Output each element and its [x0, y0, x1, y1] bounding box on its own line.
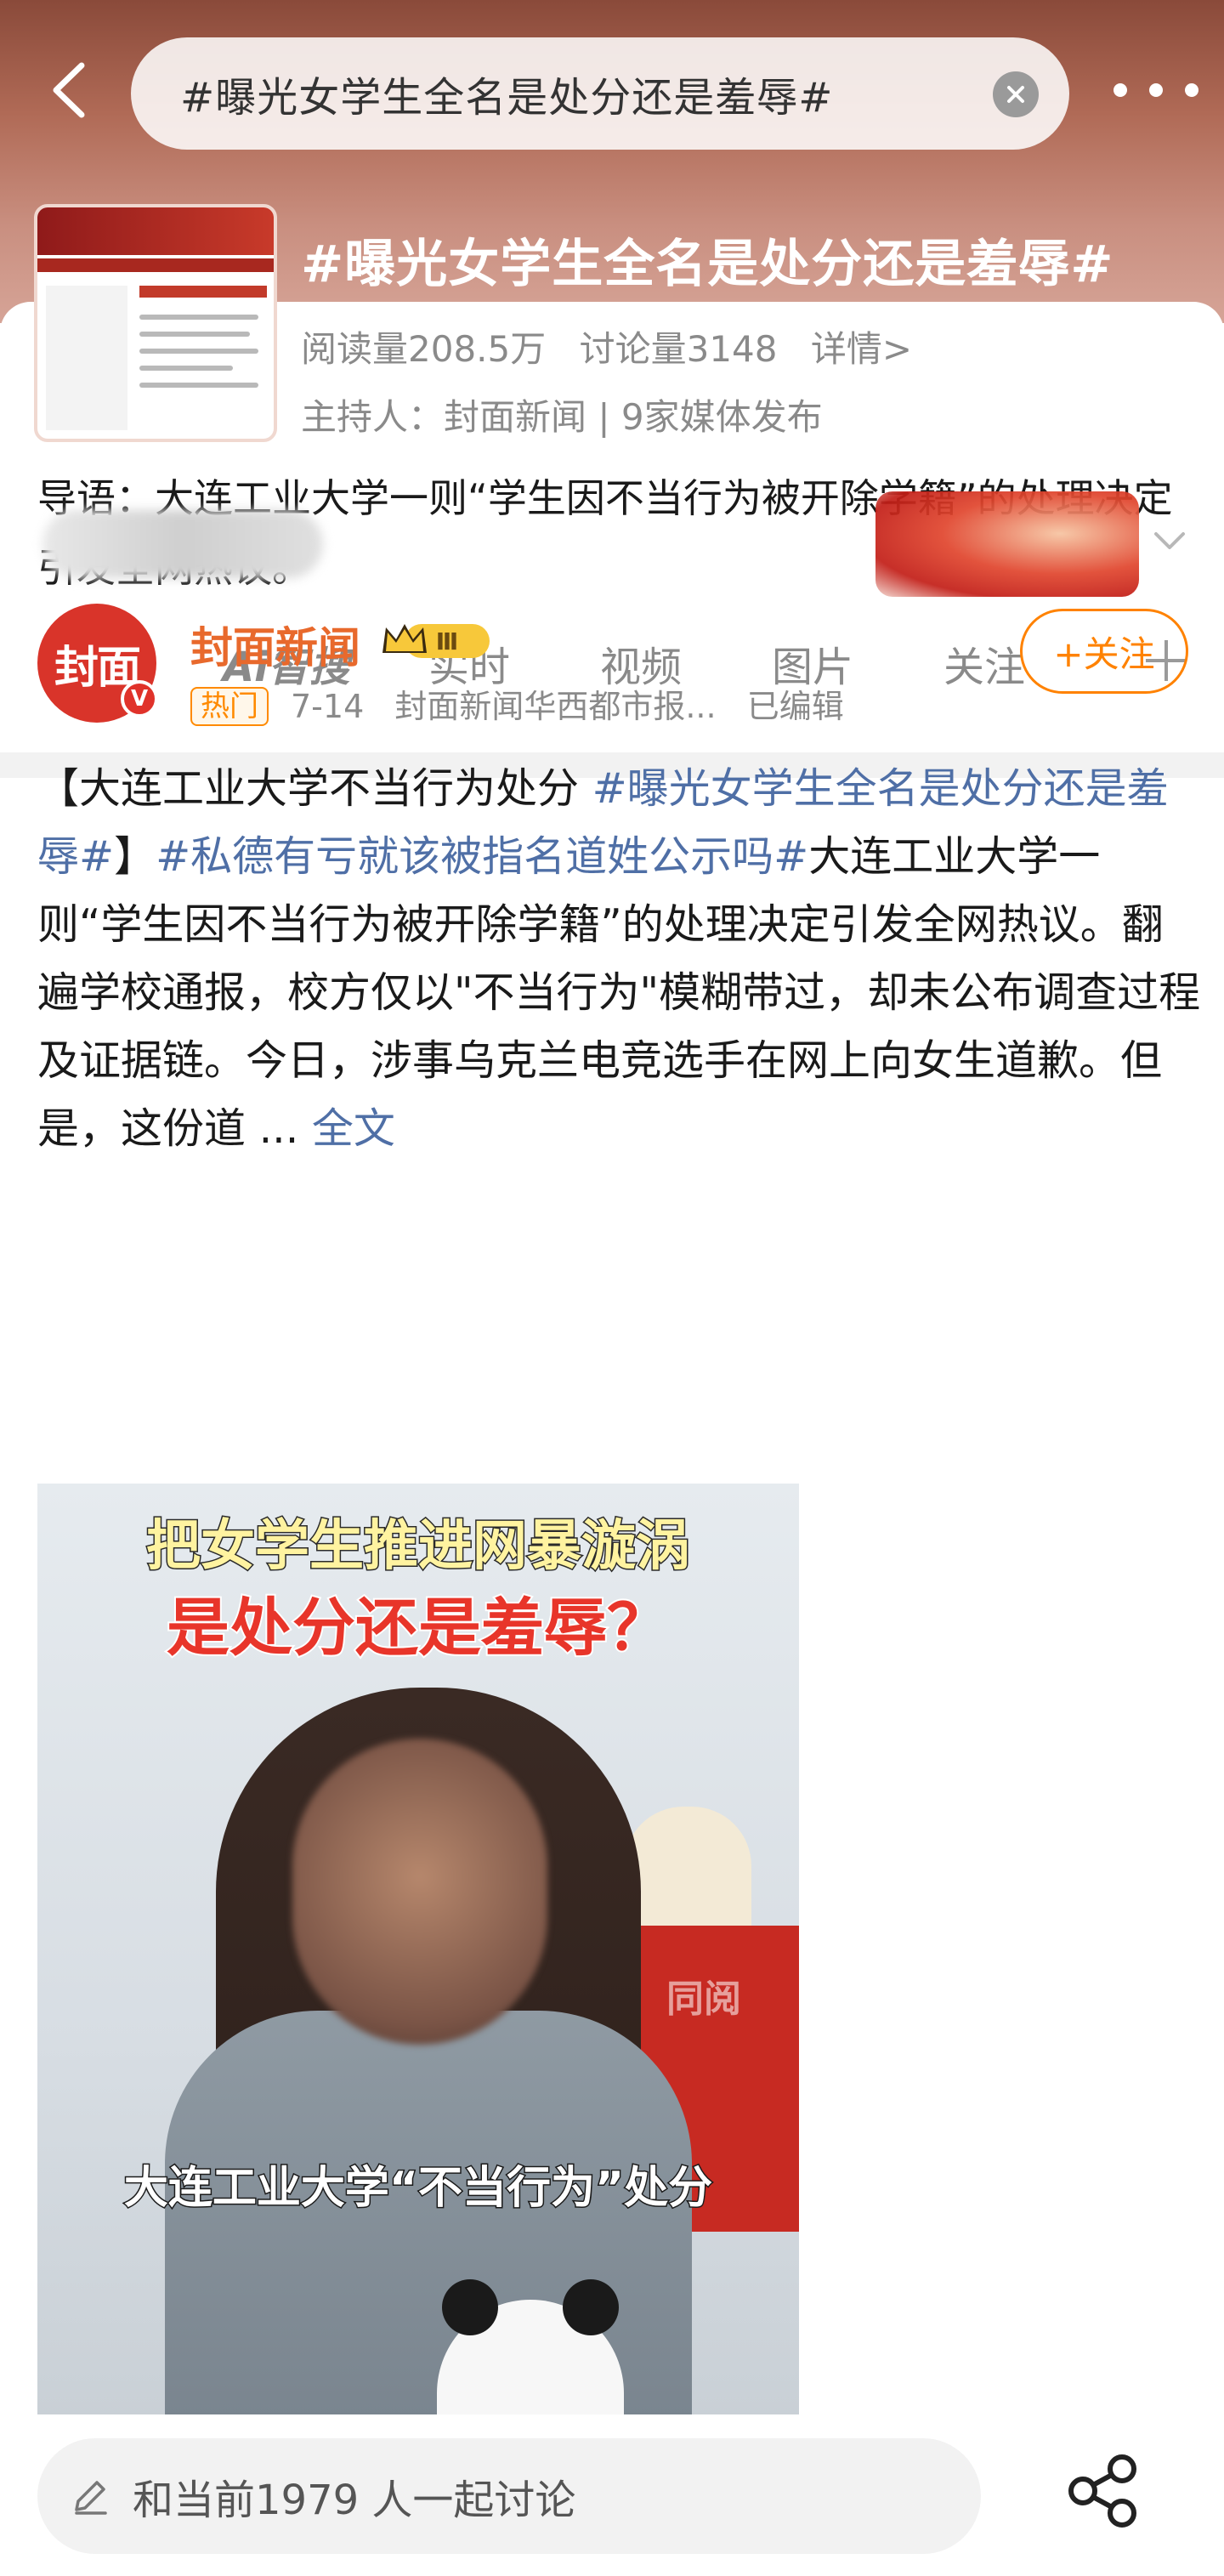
more-dot-icon [1149, 83, 1163, 97]
topic-intro: 导语：大连工业大学一则“学生因不当行为被开除学籍”的处理决定引发全网热议。 [37, 475, 1173, 591]
comment-input[interactable]: 和当前1979 人一起讨论 [37, 2438, 981, 2554]
topic-stats: 阅读量208.5万 讨论量3148 详情> [301, 321, 934, 372]
discussion-count: 讨论量3148 [579, 328, 778, 370]
more-dot-icon [1185, 83, 1198, 97]
thumbnail-line [139, 383, 258, 388]
thumbnail-line [139, 349, 258, 354]
tab-comprehensive[interactable]: 综合 [54, 633, 136, 693]
comment-placeholder: 和当前1979 人一起讨论 [133, 2477, 576, 2524]
tab-video[interactable]: 视频 [600, 633, 682, 693]
tab-ai-search[interactable]: Ai智搜 [223, 633, 350, 693]
thumbnail-line [139, 366, 233, 371]
thumbnail-line [139, 315, 258, 320]
thumbnail-nav [37, 258, 274, 272]
thumbnail-header [37, 207, 274, 255]
bottom-comment-bar: 和当前1979 人一起讨论 [0, 2414, 1224, 2576]
thumbnail-sidebar [46, 286, 128, 430]
thumbnail-heading [139, 286, 267, 298]
section-divider [0, 752, 1224, 778]
active-tab-indicator [70, 706, 122, 714]
more-options-button[interactable] [1114, 73, 1198, 107]
tab-images[interactable]: 图片 [772, 633, 853, 693]
search-input[interactable]: #曝光女学生全名是处分还是羞辱# [131, 37, 1069, 150]
follow-button[interactable]: +关注 [1020, 609, 1188, 694]
back-button[interactable] [37, 60, 99, 121]
clear-search-button[interactable] [993, 71, 1039, 117]
details-link[interactable]: 详情> [811, 328, 912, 370]
thumbnail-line [139, 332, 250, 337]
topic-host: 主持人：封面新闻 | 9家媒体发布 [301, 396, 823, 438]
pencil-icon [75, 2481, 107, 2515]
topic-thumbnail[interactable] [34, 204, 277, 442]
close-icon [1007, 86, 1024, 103]
more-dot-icon [1114, 83, 1127, 97]
back-arrow-icon [53, 62, 85, 118]
tab-following[interactable]: 关注 [944, 633, 1025, 693]
share-icon[interactable] [1062, 2450, 1144, 2532]
search-query-text: #曝光女学生全名是处分还是羞辱# [180, 74, 834, 122]
top-bar: #曝光女学生全名是处分还是羞辱# [0, 34, 1224, 153]
topic-title: #曝光女学生全名是处分还是羞辱# [301, 235, 1114, 294]
read-count: 阅读量208.5万 [301, 328, 547, 370]
tab-realtime[interactable]: 实时 [428, 633, 510, 693]
